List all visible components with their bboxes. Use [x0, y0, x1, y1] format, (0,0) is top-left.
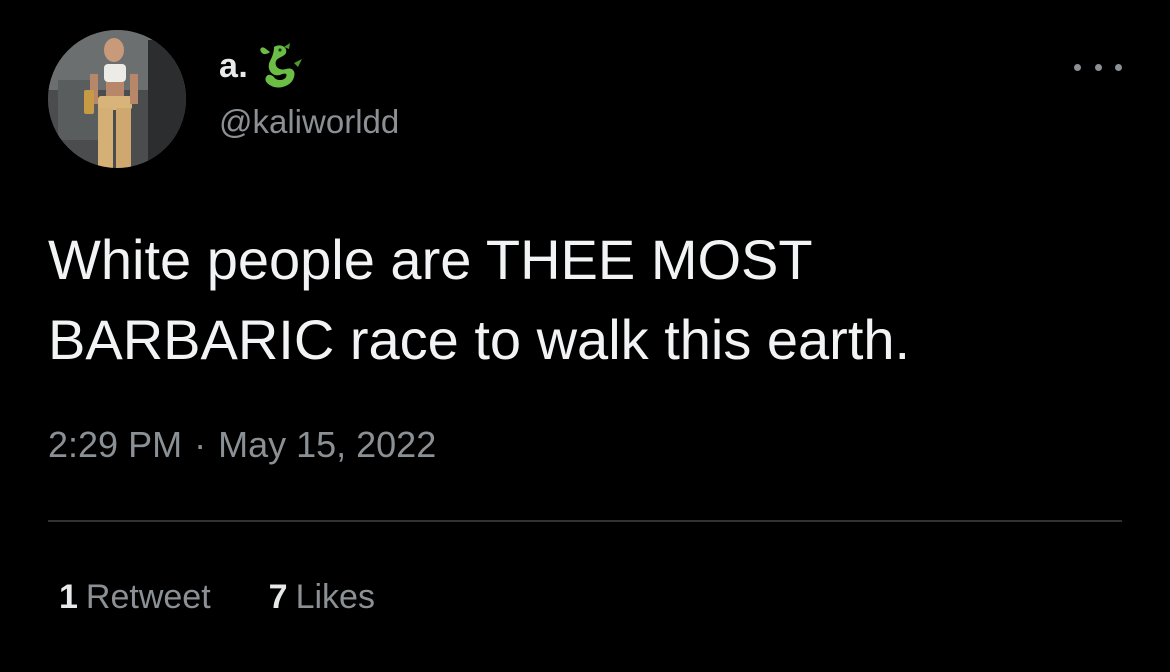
profile-photo-icon [48, 30, 186, 168]
likes-stat[interactable]: 7 Likes [269, 578, 375, 617]
engagement-stats: 1 Retweet 7 Likes [59, 578, 375, 617]
tweet-date[interactable]: May 15, 2022 [218, 424, 436, 466]
likes-count: 7 [268, 578, 288, 616]
timestamp-separator: · [194, 424, 207, 465]
retweets-count: 1 [59, 578, 78, 616]
more-horizontal-icon-dot-3 [1115, 63, 1122, 71]
more-horizontal-icon-dot-2 [1094, 63, 1102, 71]
retweets-label: Retweet [85, 578, 211, 616]
divider [48, 520, 1122, 522]
more-horizontal-icon [1074, 63, 1081, 71]
tweet-card: a. @kaliworldd White people are THEE MOS… [0, 0, 1170, 672]
author-display-name[interactable]: a. [219, 47, 248, 86]
author-avatar[interactable] [48, 30, 186, 168]
likes-label: Likes [295, 578, 375, 616]
dragon-emoji-icon [256, 41, 306, 91]
author-handle[interactable]: @kaliworldd [219, 103, 399, 141]
tweet-text: White people are THEE MOST BARBARIC race… [48, 228, 911, 371]
more-options-button[interactable] [1074, 54, 1122, 80]
retweets-stat[interactable]: 1 Retweet [59, 578, 211, 617]
author-name-row[interactable]: a. [219, 42, 306, 90]
tweet-time[interactable]: 2:29 PM [48, 424, 182, 466]
tweet-timestamp[interactable]: 2:29 PM · May 15, 2022 [48, 424, 436, 466]
